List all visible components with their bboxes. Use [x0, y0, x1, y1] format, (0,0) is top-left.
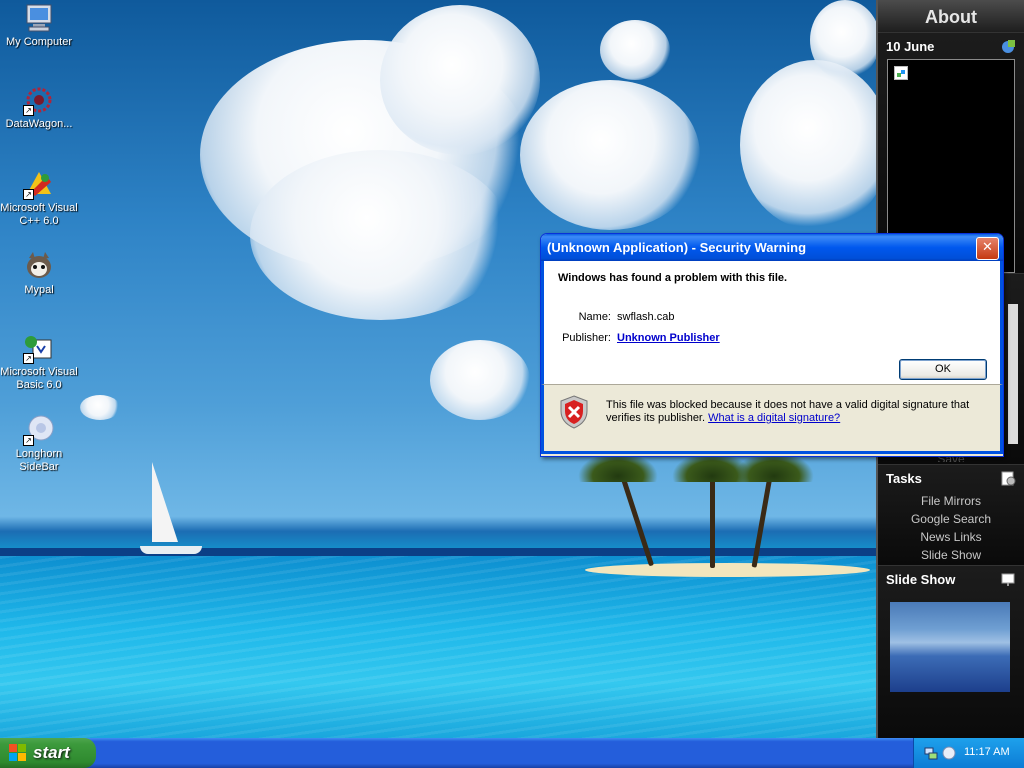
longhorn-sidebar-icon: ↗ — [23, 414, 55, 446]
tasks-title: Tasks — [886, 471, 922, 486]
tasks-header: Tasks — [878, 465, 1024, 492]
desktop-icon-visual-basic[interactable]: ↗ Microsoft Visual Basic 6.0 — [0, 332, 78, 392]
warning-message: This file was blocked because it does no… — [606, 399, 981, 425]
task-link-file-mirrors[interactable]: File Mirrors — [878, 492, 1024, 510]
clock[interactable]: 11:17 AM — [964, 746, 1010, 758]
desktop-icon-label: Mypal — [24, 284, 54, 296]
task-link-news-links[interactable]: News Links — [878, 528, 1024, 546]
dialog-titlebar[interactable]: (Unknown Application) - Security Warning… — [541, 234, 1003, 261]
start-button[interactable]: start — [0, 738, 96, 768]
system-tray: 11:17 AM — [913, 738, 1024, 768]
desktop-icon-label: Microsoft Visual Basic 6.0 — [0, 366, 78, 391]
name-label: Name: — [578, 311, 611, 323]
network-icon[interactable] — [924, 746, 938, 760]
dialog-warning: This file was blocked because it does no… — [541, 384, 1003, 454]
desktop-icon-datawagon[interactable]: ↗ DataWagon... — [0, 84, 78, 131]
desktop-icon-label: Microsoft Visual C++ 6.0 — [0, 202, 78, 227]
desktop-icon-longhorn-sidebar[interactable]: ↗ Longhorn SideBar — [0, 414, 78, 474]
broken-image-icon — [894, 66, 908, 80]
shortcut-arrow-icon: ↗ — [23, 189, 34, 200]
visual-cpp-icon: ↗ — [23, 168, 55, 200]
windows-logo-icon — [9, 744, 27, 762]
slideshow-options-icon[interactable] — [1000, 571, 1016, 587]
dialog-heading: Windows has found a problem with this fi… — [558, 272, 788, 284]
name-value: swflash.cab — [617, 311, 675, 323]
start-label: start — [33, 743, 70, 762]
task-link-slide-show[interactable]: Slide Show — [878, 546, 1024, 564]
desktop-icon-visual-cpp[interactable]: ↗ Microsoft Visual C++ 6.0 — [0, 168, 78, 228]
shield-warning-icon — [559, 395, 589, 429]
desktop-icon-label: DataWagon... — [5, 118, 73, 130]
ok-button[interactable]: OK — [899, 359, 987, 380]
shortcut-arrow-icon: ↗ — [23, 105, 34, 116]
tasks-tile: Tasks File Mirrors Google Search News Li… — [878, 464, 1024, 565]
calendar-date-text: 10 June — [886, 39, 935, 54]
slideshow-image[interactable] — [890, 602, 1010, 692]
slideshow-header: Slide Show — [878, 566, 1024, 593]
taskbar: start 11:17 AM — [0, 738, 1024, 768]
close-icon: ✕ — [982, 240, 993, 255]
publisher-label: Publisher: — [562, 332, 611, 344]
security-warning-dialog: (Unknown Application) - Security Warning… — [540, 233, 1004, 457]
scroll-area[interactable] — [1008, 304, 1018, 444]
close-button[interactable]: ✕ — [976, 237, 999, 260]
slideshow-title: Slide Show — [886, 572, 956, 587]
desktop-icon-my-computer[interactable]: My Computer — [0, 2, 78, 49]
desktop-icon-label: Longhorn SideBar — [15, 448, 63, 473]
shortcut-arrow-icon: ↗ — [23, 353, 34, 364]
mypal-icon — [23, 250, 55, 282]
calendar-date: 10 June — [878, 33, 1024, 60]
digital-signature-link[interactable]: What is a digital signature? — [708, 412, 840, 424]
my-computer-icon — [23, 2, 55, 34]
sidebar-tray-icon[interactable] — [942, 746, 956, 760]
task-link-google-search[interactable]: Google Search — [878, 510, 1024, 528]
datawagon-icon: ↗ — [23, 84, 55, 116]
dialog-details: Windows has found a problem with this fi… — [541, 261, 1003, 384]
tasks-options-icon[interactable] — [1000, 470, 1016, 486]
visual-basic-icon: ↗ — [23, 332, 55, 364]
slideshow-tile: Slide Show — [878, 565, 1024, 740]
shortcut-arrow-icon: ↗ — [23, 435, 34, 446]
publisher-link[interactable]: Unknown Publisher — [617, 332, 720, 344]
dialog-title: (Unknown Application) - Security Warning — [547, 240, 807, 255]
desktop-icon-mypal[interactable]: Mypal — [0, 250, 78, 297]
calendar-options-icon[interactable] — [1000, 38, 1016, 54]
sidebar-title: About — [878, 0, 1024, 32]
desktop-icon-label: My Computer — [5, 36, 73, 48]
